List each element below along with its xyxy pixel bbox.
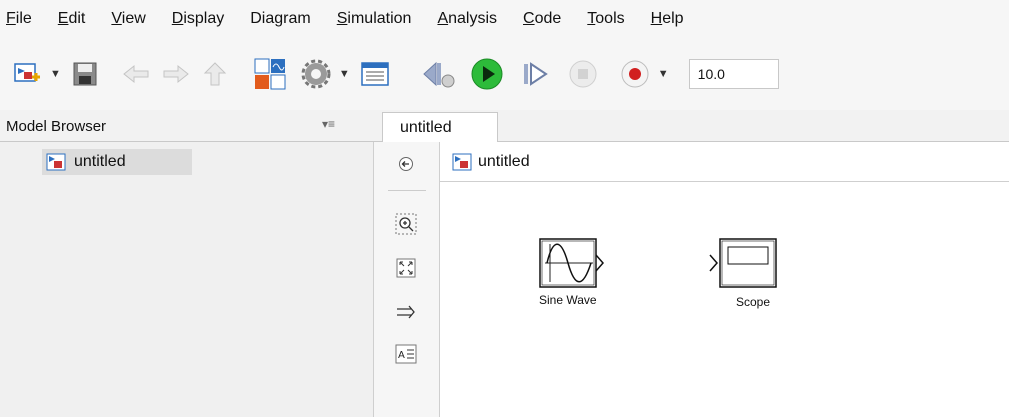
fit-to-view-icon [396, 258, 416, 278]
tab-untitled[interactable]: untitled [382, 112, 498, 143]
menu-analysis[interactable]: Analysis [437, 10, 497, 28]
menu-code[interactable]: Code [523, 10, 561, 28]
toolbar: ▼ ▼ ▼ 10.0 [0, 38, 1009, 110]
model-browser-title: Model Browser [6, 118, 107, 135]
menu-bar: File Edit View Display Diagram Simulatio… [0, 0, 1009, 38]
diagram-canvas[interactable]: Sine Wave Scope [440, 183, 1009, 417]
model-explorer-button[interactable] [360, 54, 390, 94]
new-model-dropdown-icon[interactable]: ▼ [50, 68, 61, 80]
model-icon [452, 153, 472, 170]
up-button[interactable] [203, 54, 227, 94]
annotation-icon: A [395, 344, 417, 364]
model-settings-button[interactable] [301, 54, 331, 94]
fit-to-view-button[interactable] [394, 256, 418, 280]
step-forward-icon [523, 62, 548, 86]
stop-icon [569, 60, 597, 88]
collapse-arrow-icon [399, 157, 413, 171]
run-button[interactable] [470, 54, 504, 94]
settings-dropdown-icon[interactable]: ▼ [339, 68, 350, 80]
sine-wave-icon [539, 238, 604, 288]
model-browser-item-untitled[interactable]: untitled [42, 149, 192, 175]
forward-button[interactable] [161, 54, 191, 94]
menu-diagram[interactable]: Diagram [250, 10, 310, 28]
svg-text:A: A [398, 350, 405, 361]
step-back-icon [423, 61, 455, 88]
model-icon [46, 153, 66, 171]
menu-simulation[interactable]: Simulation [337, 10, 412, 28]
forward-arrow-icon [163, 64, 189, 84]
save-button[interactable] [71, 54, 99, 94]
menu-file[interactable]: File [6, 10, 32, 28]
new-model-icon [14, 63, 40, 82]
canvas-breadcrumb-bar: untitled [440, 142, 1009, 182]
sine-wave-label: Sine Wave [539, 293, 597, 307]
new-model-button[interactable] [12, 54, 42, 94]
record-dropdown-icon[interactable]: ▼ [658, 68, 669, 80]
model-explorer-icon [361, 62, 389, 86]
step-forward-button[interactable] [520, 54, 550, 94]
up-arrow-icon [203, 62, 227, 86]
hide-browser-button[interactable] [394, 152, 418, 176]
record-button[interactable] [620, 54, 650, 94]
back-button[interactable] [121, 54, 151, 94]
menu-help[interactable]: Help [651, 10, 684, 28]
arrow-lines-icon [397, 305, 415, 319]
signal-line-button[interactable] [394, 300, 418, 324]
scope-icon [709, 238, 777, 288]
menu-display[interactable]: Display [172, 10, 224, 28]
step-back-button[interactable] [422, 54, 456, 94]
save-icon [73, 62, 97, 86]
annotation-button[interactable]: A [394, 342, 418, 366]
breadcrumb-untitled[interactable]: untitled [478, 153, 530, 171]
menu-view[interactable]: View [111, 10, 145, 28]
menu-edit[interactable]: Edit [58, 10, 86, 28]
stop-time-input[interactable] [688, 59, 779, 89]
panel-header-strip: Model Browser ▾≡ untitled [0, 110, 1009, 143]
back-arrow-icon [123, 64, 149, 84]
sine-wave-block[interactable] [537, 236, 613, 295]
model-browser-panel: untitled [0, 142, 374, 417]
record-icon [621, 60, 649, 88]
zoom-button[interactable] [394, 212, 418, 236]
library-browser-button[interactable] [253, 54, 287, 94]
model-browser-item-label: untitled [74, 153, 126, 170]
run-icon [471, 58, 503, 90]
settings-gear-icon [301, 59, 331, 89]
palette-divider [388, 190, 426, 191]
library-browser-icon [254, 58, 286, 90]
scope-block[interactable] [708, 236, 780, 295]
model-browser-menu-icon[interactable]: ▾≡ [322, 117, 335, 131]
scope-label: Scope [736, 295, 771, 309]
stop-button[interactable] [568, 54, 598, 94]
zoom-in-icon [395, 213, 417, 235]
tool-palette: A [374, 142, 440, 417]
menu-tools[interactable]: Tools [587, 10, 624, 28]
